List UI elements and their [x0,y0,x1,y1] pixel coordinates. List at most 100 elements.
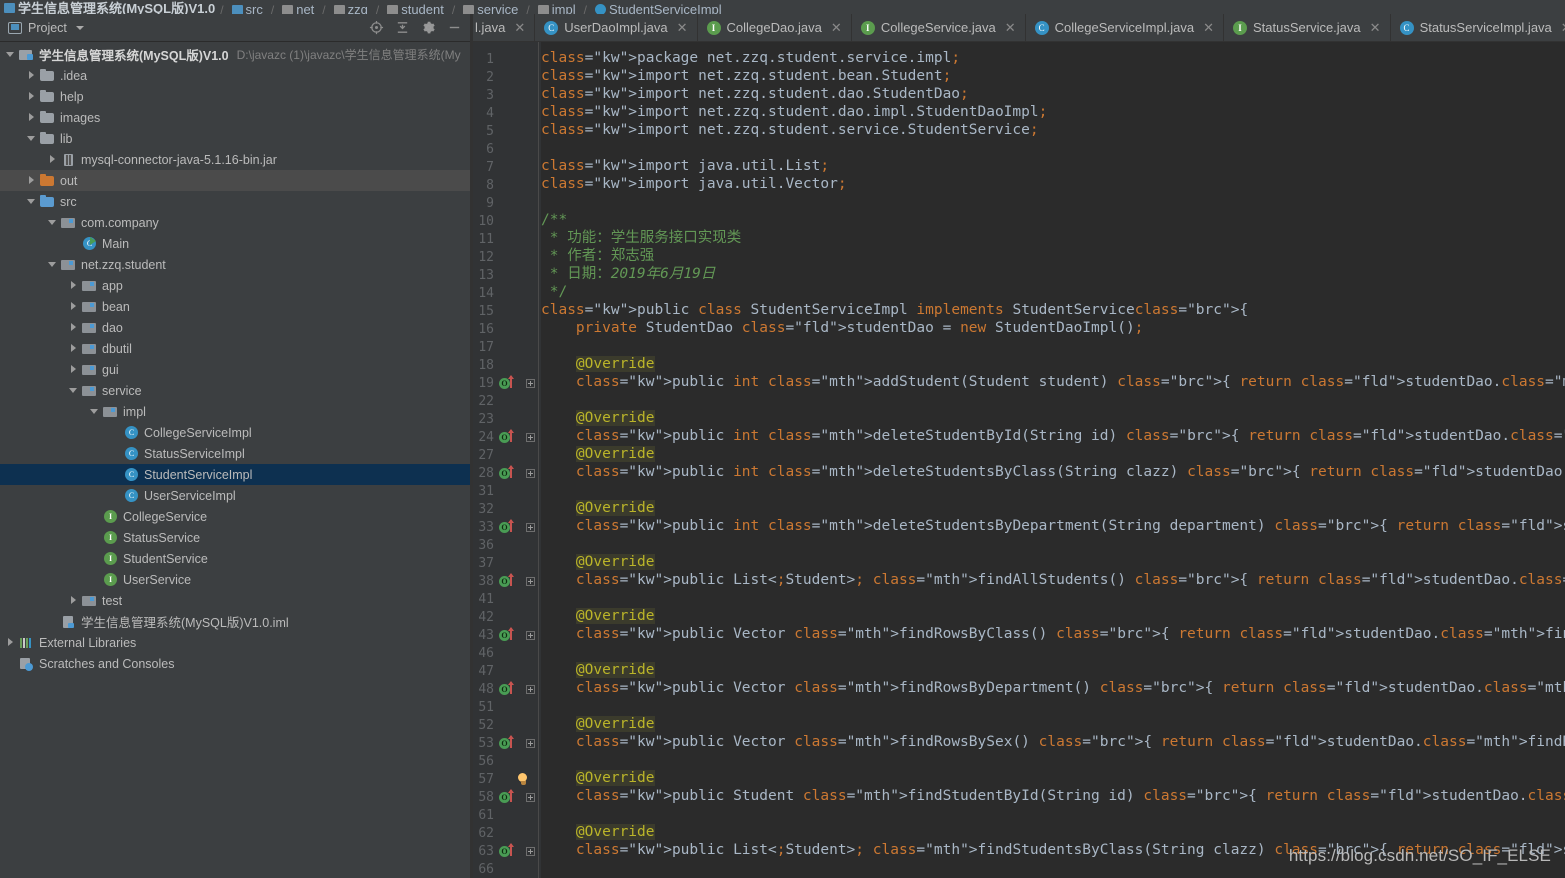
tree-node-gui[interactable]: gui [0,359,470,380]
breadcrumb-item-service[interactable]: service [477,2,518,14]
code-line[interactable]: class="kw">public Vector class="mth">fin… [541,679,1565,697]
editor-tab-collegedao-java[interactable]: I CollegeDao.java ✕ [698,14,852,41]
close-icon[interactable]: ✕ [1203,20,1214,36]
override-method-icon[interactable]: O [499,789,521,805]
code-line[interactable]: */ [541,283,567,301]
chevron-right-icon[interactable] [6,638,15,647]
code-line[interactable] [541,643,550,661]
breadcrumb-item-studentserviceimpl[interactable]: StudentServiceImpl [609,2,722,14]
code-line[interactable]: @Override [541,661,655,679]
code-line[interactable]: class="kw">public Student class="mth">fi… [541,787,1565,805]
editor-tab-statusservice-java[interactable]: I StatusService.java ✕ [1224,14,1391,41]
code-line[interactable]: class="kw">import net.zzq.student.servic… [541,121,1039,139]
chevron-down-icon[interactable] [48,260,57,269]
breadcrumb-item-net[interactable]: net [296,2,314,14]
override-method-icon[interactable]: O [499,627,521,643]
code-line[interactable]: class="kw">public Vector class="mth">fin… [541,733,1565,751]
override-method-icon[interactable]: O [499,735,521,751]
override-method-icon[interactable]: O [499,375,521,391]
override-method-icon[interactable]: O [499,573,521,589]
close-icon[interactable]: ✕ [1005,20,1016,36]
fold-expand-icon[interactable] [526,847,535,856]
code-line[interactable]: class="kw">import net.zzq.student.bean.S… [541,67,951,85]
chevron-down-icon[interactable] [27,197,36,206]
project-tool-window-title[interactable]: Project [8,21,84,35]
editor-gutter[interactable]: 1 2 3 4 5 6 7 8 9 10 11 12 13 14 15 16 17 18 19 O 22 23 24 O 27 2… [473,42,541,878]
tree-node-test[interactable]: test [0,590,470,611]
code-line[interactable] [541,697,550,715]
tree-node-external-libraries[interactable]: External Libraries [0,632,470,653]
tree-node-help[interactable]: help [0,86,470,107]
tree-node-com.company[interactable]: com.company [0,212,470,233]
editor-tab-bar[interactable]: l.java ✕ C UserDaoImpl.java ✕ I CollegeDao.jav… [473,14,1565,42]
tree-node-impl[interactable]: impl [0,401,470,422]
breadcrumb-item-student[interactable]: student [401,2,444,14]
code-line[interactable] [541,391,550,409]
code-line[interactable] [541,337,550,355]
tree-node-userservice[interactable]: UserService [0,569,470,590]
fold-expand-icon[interactable] [526,469,535,478]
code-line[interactable] [541,139,550,157]
breadcrumb-items[interactable]: / src / net / zzq / student / service / impl /… [215,2,722,14]
chevron-right-icon[interactable] [27,113,36,122]
override-method-icon[interactable]: O [499,843,521,859]
close-icon[interactable]: ✕ [1370,20,1381,36]
code-line[interactable] [541,805,550,823]
chevron-right-icon[interactable] [69,596,78,605]
override-method-icon[interactable]: O [499,681,521,697]
tree-node-studentserviceimpl[interactable]: StudentServiceImpl [0,464,470,485]
code-line[interactable] [541,589,550,607]
code-line[interactable]: @Override [541,553,655,571]
code-line[interactable]: * 作者：郑志强 [541,247,654,265]
fold-expand-icon[interactable] [526,685,535,694]
chevron-right-icon[interactable] [27,92,36,101]
tree-node-net.zzq.student[interactable]: net.zzq.student [0,254,470,275]
code-line[interactable]: class="kw">public Vector class="mth">fin… [541,625,1565,643]
project-tree[interactable]: 学生信息管理系统(MySQL版)V1.0 D:\javazc (1)\javazc… [0,42,470,878]
code-line[interactable]: @Override [541,499,655,517]
chevron-down-icon[interactable] [27,134,36,143]
breadcrumb-item-src[interactable]: src [246,2,263,14]
code-line[interactable] [541,481,550,499]
chevron-right-icon[interactable] [69,365,78,374]
breadcrumb-item-zzq[interactable]: zzq [348,2,368,14]
tree-node-scratches-and-consoles[interactable]: Scratches and Consoles [0,653,470,674]
code-line[interactable]: * 日期：2019年6月19日 [541,265,716,283]
tree-node-statusservice[interactable]: StatusService [0,527,470,548]
chevron-down-icon[interactable] [48,218,57,227]
chevron-right-icon[interactable] [27,71,36,80]
tree-node-app[interactable]: app [0,275,470,296]
code-line[interactable] [541,859,550,877]
code-line[interactable]: /** [541,211,567,229]
fold-expand-icon[interactable] [526,793,535,802]
breadcrumb[interactable]: 学生信息管理系统(MySQL版)V1.0 / src / net / zzq / st… [0,0,1565,14]
minimize-icon[interactable] [447,20,462,35]
editor-tab-collegeservice-java[interactable]: I CollegeService.java ✕ [852,14,1026,41]
fold-expand-icon[interactable] [526,379,535,388]
code-line[interactable]: class="kw">public int class="mth">delete… [541,463,1565,481]
code-line[interactable]: @Override [541,445,655,463]
close-icon[interactable]: ✕ [514,20,525,36]
chevron-right-icon[interactable] [27,176,36,185]
code-line[interactable]: @Override [541,355,655,373]
code-line[interactable]: class="kw">import java.util.List; [541,157,829,175]
code-line[interactable]: class="kw">import net.zzq.student.dao.St… [541,85,969,103]
editor-tab-l-java[interactable]: l.java ✕ [473,14,536,41]
code-line[interactable] [541,751,550,769]
chevron-right-icon[interactable] [69,281,78,290]
code-line[interactable]: class="kw">import net.zzq.student.dao.im… [541,103,1047,121]
code-line[interactable]: class="kw">public int class="mth">delete… [541,427,1565,445]
close-icon[interactable]: ✕ [677,20,688,36]
fold-expand-icon[interactable] [526,523,535,532]
code-line[interactable]: @Override [541,823,655,841]
close-icon[interactable]: ✕ [831,20,842,36]
override-method-icon[interactable]: O [499,429,521,445]
breadcrumb-item-impl[interactable]: impl [552,2,576,14]
fold-expand-icon[interactable] [526,631,535,640]
gear-icon[interactable] [421,20,436,35]
tree-node-main[interactable]: Main [0,233,470,254]
code-line[interactable]: class="kw">public class StudentServiceIm… [541,301,1248,319]
intention-bulb-icon[interactable] [517,773,529,786]
tree-node-dao[interactable]: dao [0,317,470,338]
code-line[interactable] [541,193,550,211]
